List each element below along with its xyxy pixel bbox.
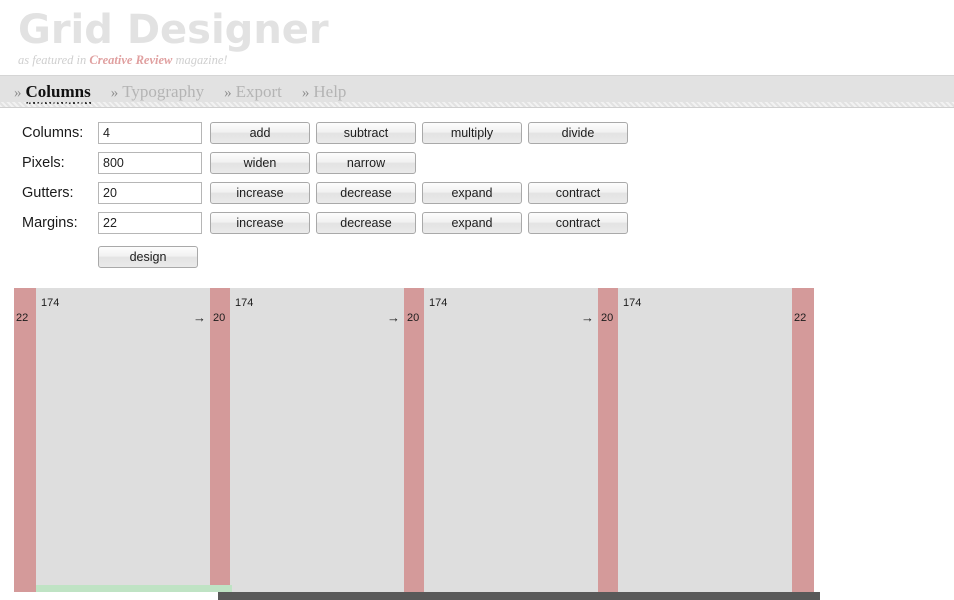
grid-gutter-2: 20: [404, 288, 424, 593]
columns-row: Columns: add subtract multiply divide: [22, 121, 954, 145]
tagline-magazine-name: Creative Review: [89, 53, 173, 67]
grid-gutter-1: 20: [210, 288, 230, 593]
pixels-widen-button[interactable]: widen: [210, 152, 310, 174]
grid-column-2: 174 →: [230, 288, 404, 593]
pixels-row: Pixels: widen narrow: [22, 151, 954, 175]
margins-row: Margins: increase decrease expand contra…: [22, 211, 954, 235]
grid-strip: 22 174 → 20 174 → 20 174 → 20 174 22: [14, 288, 820, 593]
horizontal-scrollbar-thumb[interactable]: [218, 592, 820, 600]
nav-item-export[interactable]: » Export: [224, 82, 282, 102]
pixels-narrow-button[interactable]: narrow: [316, 152, 416, 174]
gutters-expand-button[interactable]: expand: [422, 182, 522, 204]
main-navigation: » Columns » Typography » Export » Help: [0, 75, 954, 108]
grid-margin-left: 22: [14, 288, 36, 593]
grid-gutter-1-label: 20: [213, 312, 226, 324]
margins-contract-button[interactable]: contract: [528, 212, 628, 234]
grid-column-4-label: 174: [623, 297, 642, 309]
page-title: Grid Designer: [18, 7, 329, 53]
tagline-after: magazine!: [172, 53, 228, 67]
grid-preview: 22 174 → 20 174 → 20 174 → 20 174 22: [14, 288, 820, 600]
grid-settings-form: Columns: add subtract multiply divide Pi…: [0, 108, 954, 268]
tagline: as featured in Creative Review magazine!: [18, 53, 954, 68]
nav-item-columns-label: Columns: [25, 81, 91, 104]
chevron-right-icon: »: [301, 84, 310, 101]
chevron-right-icon: »: [110, 84, 119, 101]
nav-item-typography[interactable]: » Typography: [111, 82, 204, 102]
grid-gutter-2-label: 20: [407, 312, 420, 324]
gutters-row: Gutters: increase decrease expand contra…: [22, 181, 954, 205]
margins-label: Margins:: [22, 215, 78, 231]
columns-divide-button[interactable]: divide: [528, 122, 628, 144]
grid-column-1: 174 →: [36, 288, 210, 593]
nav-item-columns[interactable]: » Columns: [14, 81, 91, 104]
chevron-right-icon: »: [14, 84, 22, 101]
gutters-contract-button[interactable]: contract: [528, 182, 628, 204]
pixels-input[interactable]: [98, 152, 202, 174]
nav-item-help[interactable]: » Help: [302, 82, 347, 102]
chevron-right-icon: »: [224, 84, 232, 101]
grid-column-1-label: 174: [41, 297, 60, 309]
design-row: design: [22, 241, 954, 268]
grid-margin-left-label: 22: [16, 312, 29, 324]
gutters-decrease-button[interactable]: decrease: [316, 182, 416, 204]
margins-input[interactable]: [98, 212, 202, 234]
pixels-label: Pixels:: [22, 155, 65, 171]
nav-item-export-label: Export: [235, 81, 282, 101]
grid-gutter-3-label: 20: [601, 312, 614, 324]
grid-margin-right-label: 22: [794, 312, 807, 324]
columns-input[interactable]: [98, 122, 202, 144]
arrow-right-icon: →: [387, 310, 400, 325]
grid-gutter-3: 20: [598, 288, 618, 593]
design-button[interactable]: design: [98, 245, 198, 268]
grid-margin-right: 22: [792, 288, 814, 593]
arrow-right-icon: →: [193, 310, 206, 325]
nav-item-help-label: Help: [313, 81, 347, 101]
tagline-before: as featured in: [18, 53, 90, 67]
columns-multiply-button[interactable]: multiply: [422, 122, 522, 144]
columns-add-button[interactable]: add: [210, 122, 310, 144]
grid-column-3-label: 174: [429, 297, 448, 309]
gutters-increase-button[interactable]: increase: [210, 182, 310, 204]
grid-column-3: 174 →: [424, 288, 598, 593]
nav-item-typography-label: Typography: [122, 81, 205, 101]
horizontal-scrollbar-track[interactable]: [0, 592, 954, 600]
columns-subtract-button[interactable]: subtract: [316, 122, 416, 144]
grid-column-4: 174: [618, 288, 792, 593]
gutters-label: Gutters:: [22, 185, 74, 201]
arrow-right-icon: →: [581, 310, 594, 325]
grid-column-2-label: 174: [235, 297, 254, 309]
margins-expand-button[interactable]: expand: [422, 212, 522, 234]
margins-increase-button[interactable]: increase: [210, 212, 310, 234]
page-header: Grid Designer as featured in Creative Re…: [0, 0, 954, 75]
margins-decrease-button[interactable]: decrease: [316, 212, 416, 234]
columns-label: Columns:: [22, 125, 84, 141]
gutters-input[interactable]: [98, 182, 202, 204]
